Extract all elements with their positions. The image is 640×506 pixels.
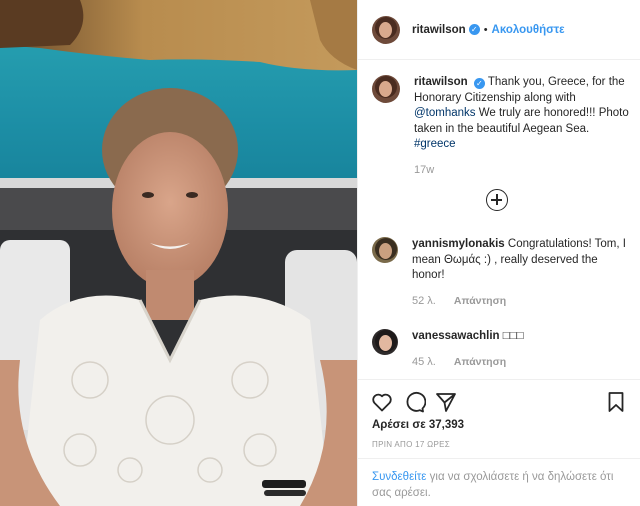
comments-section: ritawilson ✓ Thank you, Greece, for the … — [358, 61, 640, 379]
comment-text-block: yannismylonakis Congratulations! Tom, I … — [412, 237, 630, 309]
author-username[interactable]: ritawilson — [412, 24, 466, 36]
verified-badge-icon: ✓ — [468, 24, 480, 35]
commenter-avatar[interactable] — [372, 237, 398, 263]
comment-icon[interactable] — [402, 390, 426, 414]
comment-username[interactable]: vanessawachlin — [412, 330, 500, 342]
caption-meta: 17w — [414, 163, 632, 179]
post-timestamp: ΠΡΙΝ ΑΠΟ 17 ΩΡΕΣ — [372, 440, 450, 449]
mention-link[interactable]: @tomhanks — [414, 107, 476, 119]
share-icon[interactable] — [434, 390, 458, 414]
comment-likes[interactable]: 52 λ. — [412, 294, 436, 310]
comment-text-block: vanessawachlin □□□ 45 λ. Απάντηση — [412, 329, 630, 370]
comment-text: □□□ — [502, 330, 524, 342]
author-avatar[interactable] — [372, 15, 400, 44]
caption-text-block: ritawilson ✓ Thank you, Greece, for the … — [414, 75, 632, 178]
post-sidebar: ritawilson ✓ • Ακολουθήστε ritawilson ✓ … — [357, 0, 640, 506]
separator-dot: • — [483, 23, 488, 36]
caption-username[interactable]: ritawilson — [414, 76, 468, 88]
post-photo[interactable] — [0, 0, 357, 506]
comment-likes[interactable]: 45 λ. — [412, 355, 436, 371]
hashtag-link[interactable]: #greece — [414, 138, 456, 150]
comment-meta: 52 λ. Απάντηση — [412, 294, 630, 310]
login-prompt: Συνδεθείτε για να σχολιάσετε ή να δηλώσε… — [358, 458, 640, 506]
reply-button[interactable]: Απάντηση — [454, 294, 506, 310]
login-link[interactable]: Συνδεθείτε — [372, 471, 426, 483]
plus-circle-icon[interactable] — [486, 189, 508, 211]
comment-item: vanessawachlin □□□ 45 λ. Απάντηση — [372, 329, 634, 370]
post-actions: Αρέσει σε 37,393 ΠΡΙΝ ΑΠΟ 17 ΩΡΕΣ — [358, 379, 640, 469]
caption-age: 17w — [414, 163, 435, 176]
comment-meta: 45 λ. Απάντηση — [412, 355, 630, 371]
verified-badge-icon: ✓ — [473, 78, 485, 89]
comment-item: yannismylonakis Congratulations! Tom, I … — [372, 237, 634, 309]
caption: ritawilson ✓ Thank you, Greece, for the … — [372, 75, 634, 178]
reply-button[interactable]: Απάντηση — [454, 355, 506, 371]
instagram-post: ritawilson ✓ • Ακολουθήστε ritawilson ✓ … — [0, 0, 640, 506]
follow-button[interactable]: Ακολουθήστε — [492, 24, 565, 36]
heart-icon[interactable] — [370, 390, 394, 414]
likes-count[interactable]: Αρέσει σε 37,393 — [372, 419, 464, 431]
post-image-illustration — [0, 0, 357, 506]
comment-username[interactable]: yannismylonakis — [412, 238, 505, 250]
bookmark-icon[interactable] — [604, 390, 628, 414]
author-info: ritawilson ✓ • Ακολουθήστε — [412, 24, 565, 36]
post-header: ritawilson ✓ • Ακολουθήστε — [358, 0, 640, 60]
commenter-avatar[interactable] — [372, 329, 398, 355]
caption-avatar[interactable] — [372, 75, 400, 103]
